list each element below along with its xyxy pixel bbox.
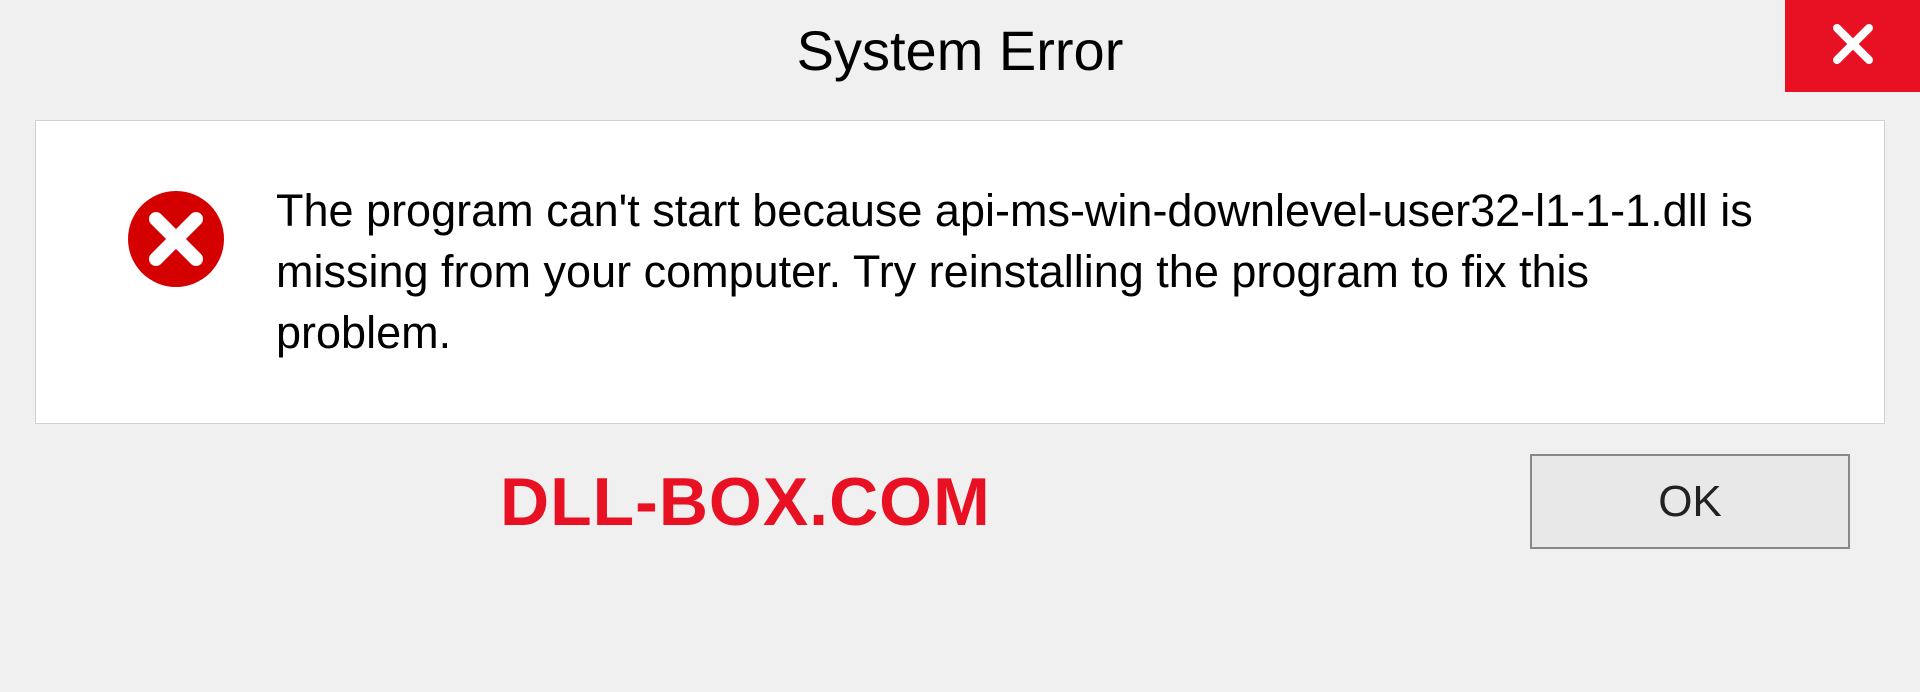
watermark-text: DLL-BOX.COM	[500, 463, 991, 541]
dialog-content: The program can't start because api-ms-w…	[35, 120, 1885, 424]
titlebar: System Error	[0, 0, 1920, 100]
error-icon	[126, 189, 226, 294]
close-button[interactable]	[1785, 0, 1920, 92]
window-title: System Error	[797, 18, 1124, 83]
dialog-footer: DLL-BOX.COM OK	[0, 424, 1920, 579]
close-icon	[1829, 20, 1877, 73]
error-message: The program can't start because api-ms-w…	[276, 181, 1776, 363]
ok-button[interactable]: OK	[1530, 454, 1850, 549]
